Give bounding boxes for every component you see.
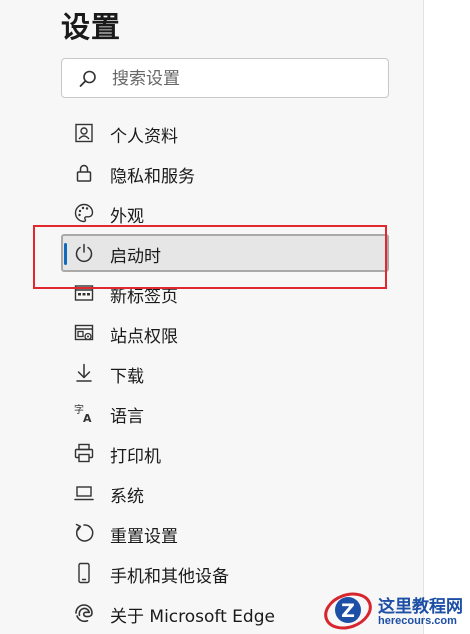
reset-icon [75,523,94,542]
sidebar-item-site-permissions[interactable]: 站点权限 [61,314,389,352]
sidebar-item-privacy[interactable]: 隐私和服务 [61,154,389,192]
sidebar-item-system[interactable]: 系统 [61,474,389,512]
sidebar-item-downloads[interactable]: 下载 [61,354,389,392]
watermark-url: herecours.com [378,615,457,627]
language-icon: 字 A [74,403,92,424]
printer-icon [74,443,94,463]
search-input[interactable] [110,67,374,91]
sidebar-item-label: 站点权限 [110,327,178,347]
watermark: Z 这里教程网 herecours.com [322,587,468,633]
system-icon [74,486,94,501]
sidebar-item-label: 下载 [110,367,144,387]
watermark-logo: Z [324,592,372,630]
sidebar-item-label: 个人资料 [110,127,178,147]
sidebar-item-profile[interactable]: 个人资料 [61,114,389,152]
watermark-title: 这里教程网 [378,597,463,617]
sidebar-item-new-tab[interactable]: 新标签页 [61,274,389,312]
power-icon [75,243,93,263]
sidebar-item-appearance[interactable]: 外观 [61,194,389,232]
phone-icon [78,562,90,584]
sidebar-item-on-startup[interactable]: 启动时 [61,234,389,272]
sidebar-item-languages[interactable]: 字 A 语言 [61,394,389,432]
palette-icon [74,203,94,223]
sidebar-item-label: 启动时 [110,247,161,267]
lock-icon [76,164,92,182]
new-tab-icon [74,285,94,301]
sidebar-item-label: 系统 [110,487,144,507]
search-icon [79,70,96,87]
edge-icon [75,604,93,623]
sidebar-item-label: 手机和其他设备 [110,567,229,587]
content-area [423,0,470,634]
svg-text:A: A [83,412,92,424]
sidebar-item-label: 语言 [110,407,144,427]
sidebar-item-label: 打印机 [110,447,161,467]
sidebar-item-label: 隐私和服务 [110,167,195,187]
download-icon [76,363,92,382]
profile-icon [75,123,93,143]
sidebar-item-printers[interactable]: 打印机 [61,434,389,472]
settings-sidebar: 设置 个人资料 隐私和服务 外观 [0,0,423,634]
sidebar-item-reset[interactable]: 重置设置 [61,514,389,552]
watermark-logo-letter: Z [341,600,355,622]
site-permissions-icon [74,324,94,341]
sidebar-item-label: 新标签页 [110,287,178,307]
sidebar-item-label: 外观 [110,207,144,227]
sidebar-item-label: 重置设置 [110,527,178,547]
sidebar-item-label: 关于 Microsoft Edge [110,607,275,627]
page-title: 设置 [61,10,122,44]
search-box[interactable] [61,58,389,98]
selection-indicator [64,243,67,265]
